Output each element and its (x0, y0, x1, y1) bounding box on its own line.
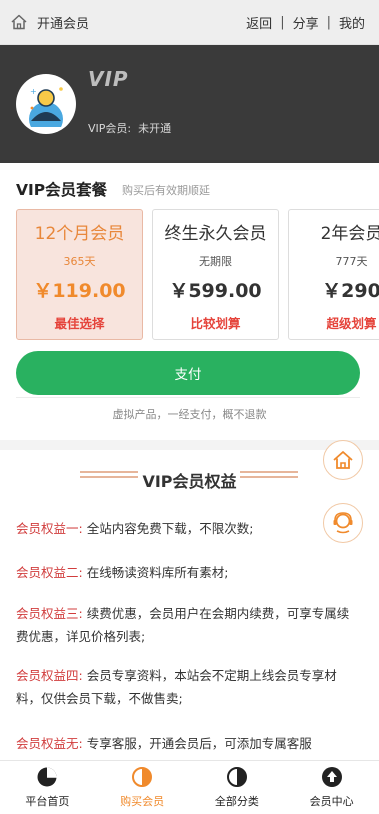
plan-price: ￥599.00 (169, 280, 262, 302)
svg-text:+: + (30, 87, 37, 96)
vip-status-label: VIP会员: (88, 122, 132, 135)
divider: | (280, 14, 285, 30)
plan-price: ￥290 (322, 280, 379, 302)
tab-buy-vip[interactable]: 购买会员 (95, 761, 190, 814)
benefit-item: 会员权益二: 在线畅读资料库所有素材; (16, 561, 361, 584)
package-card: VIP会员套餐 购买后有效期顺延 12个月会员 365天 ￥119.00 最佳选… (0, 163, 379, 440)
plan-lifetime[interactable]: 终生永久会员 无期限 ￥599.00 比较划算 (152, 209, 279, 340)
tab-label: 平台首页 (25, 795, 70, 808)
float-service-button[interactable] (323, 503, 363, 543)
benefit-item: 会员权益四: 会员专享资料，本站会不定期上线会员专享材料，仅供会员下载，不做售卖… (16, 664, 361, 710)
float-home-button[interactable] (323, 440, 363, 480)
benefits-title: VIP会员权益 (142, 472, 237, 491)
user-icon: + (29, 87, 63, 127)
arrow-up-circle-icon (321, 767, 342, 787)
benefit-key: 会员权益四: (16, 668, 83, 683)
benefit-text: 专享客服，开通会员后，可添加专属客服 (86, 736, 312, 751)
benefit-key: 会员权益一: (16, 521, 83, 536)
mine-link[interactable]: 我的 (339, 13, 365, 32)
top-links: 返回 | 分享 | 我的 (246, 13, 365, 32)
vip-status-value: 未开通 (138, 122, 172, 135)
plan-tag: 最佳选择 (54, 316, 105, 331)
benefit-item: 会员权益无: 专享客服，开通会员后，可添加专属客服 (16, 732, 361, 755)
vip-logo: VIP (88, 67, 129, 91)
share-link[interactable]: 分享 (293, 13, 319, 32)
benefit-item: 会员权益三: 续费优惠，会员用户在会期内续费，可享专属续费优惠，详见价格列表; (16, 602, 361, 648)
tab-label: 购买会员 (120, 795, 165, 808)
benefits-card: VIP会员权益 会员权益一: 全站内容免费下载，不限次数; 会员权益二: 在线畅… (0, 450, 379, 760)
benefit-item: 会员权益一: 全站内容免费下载，不限次数; (16, 517, 361, 540)
customer-service-icon (333, 512, 353, 534)
plan-duration: 365天 (63, 255, 96, 268)
plan-name: 12个月会员 (34, 224, 125, 244)
plan-12-months[interactable]: 12个月会员 365天 ￥119.00 最佳选择 (16, 209, 143, 340)
plan-duration: 777天 (335, 255, 368, 268)
benefit-key: 会员权益无: (16, 736, 83, 751)
plan-name: 2年会员 (320, 224, 379, 244)
vip-header: + VIP VIP会员: 未开通 (0, 45, 379, 163)
plan-name: 终生永久会员 (164, 224, 267, 244)
back-link[interactable]: 返回 (246, 13, 272, 32)
tab-member-center[interactable]: 会员中心 (284, 761, 379, 814)
benefit-key: 会员权益三: (16, 606, 83, 621)
half-circle-icon (132, 767, 153, 787)
tab-label: 会员中心 (309, 795, 354, 808)
plan-duration: 无期限 (199, 255, 232, 268)
tab-label: 全部分类 (214, 795, 259, 808)
divider (16, 397, 360, 398)
home-icon[interactable] (7, 10, 31, 34)
page-title: 开通会员 (37, 16, 90, 32)
refund-note: 虚拟产品，一经支付，概不退款 (112, 408, 267, 421)
benefit-text: 全站内容免费下载，不限次数; (86, 521, 254, 536)
vip-status: VIP会员: 未开通 (88, 120, 171, 136)
divider: | (326, 14, 331, 30)
title-decoration (240, 471, 298, 480)
plan-tag: 比较划算 (190, 316, 241, 331)
tab-home[interactable]: 平台首页 (0, 761, 95, 814)
package-subtitle: 购买后有效期顺延 (122, 184, 210, 197)
plan-tag: 超级划算 (326, 316, 377, 331)
avatar: + (16, 74, 76, 134)
tab-categories[interactable]: 全部分类 (190, 761, 285, 814)
bottom-tabbar: 平台首页 购买会员 全部分类 会员中心 (0, 760, 379, 814)
package-title: VIP会员套餐 (16, 181, 108, 199)
vip-page: 开通会员 返回 | 分享 | 我的 + VIP VIP会员: 未开通 VIP会员… (0, 0, 379, 814)
plan-price: ￥119.00 (33, 280, 126, 302)
half-circle-icon (226, 767, 247, 787)
benefit-text: 在线畅读资料库所有素材; (86, 565, 229, 580)
top-bar: 开通会员 返回 | 分享 | 我的 (0, 0, 379, 45)
home-icon (333, 451, 353, 469)
plan-2-years[interactable]: 2年会员 777天 ￥290 超级划算 (288, 209, 379, 340)
benefit-key: 会员权益二: (16, 565, 83, 580)
pie-chart-icon (37, 767, 57, 787)
pay-button[interactable]: 支付 (16, 351, 360, 395)
